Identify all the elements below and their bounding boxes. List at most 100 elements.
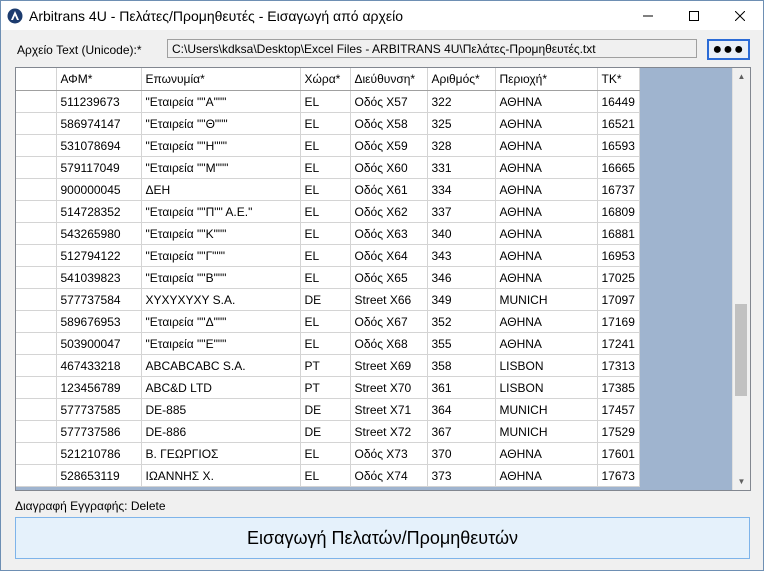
row-selector[interactable]: [16, 244, 57, 267]
table-cell[interactable]: 16881: [597, 222, 640, 245]
table-cell[interactable]: 541039823: [56, 266, 142, 289]
table-cell[interactable]: 355: [427, 332, 496, 355]
table-cell[interactable]: Street X66: [350, 288, 428, 311]
table-cell[interactable]: 17313: [597, 354, 640, 377]
row-selector[interactable]: [16, 464, 57, 487]
table-cell[interactable]: DE: [300, 420, 351, 443]
table-cell[interactable]: ΑΘΗΝΑ: [495, 134, 598, 157]
table-cell[interactable]: 521210786: [56, 442, 142, 465]
table-cell[interactable]: 17385: [597, 376, 640, 399]
table-cell[interactable]: ΑΘΗΝΑ: [495, 112, 598, 135]
row-selector[interactable]: [16, 332, 57, 355]
table-row[interactable]: 512794122 "Εταιρεία ""Γ""" EL Οδός Χ64 343 ΑΘ…: [16, 244, 640, 267]
table-cell[interactable]: 586974147: [56, 112, 142, 135]
table-row[interactable]: 900000045 ΔΕΗ EL Οδός Χ61 334 ΑΘΗΝΑ 16737: [16, 178, 640, 201]
table-cell[interactable]: EL: [300, 244, 351, 267]
table-cell[interactable]: 577737586: [56, 420, 142, 443]
table-cell[interactable]: PT: [300, 376, 351, 399]
table-cell[interactable]: ΑΘΗΝΑ: [495, 156, 598, 179]
table-cell[interactable]: EL: [300, 200, 351, 223]
table-row[interactable]: 579117049 "Εταιρεία ""Μ""" EL Οδός Χ60 331 ΑΘ…: [16, 156, 640, 179]
table-cell[interactable]: ΑΘΗΝΑ: [495, 90, 598, 113]
table-cell[interactable]: 577737584: [56, 288, 142, 311]
table-cell[interactable]: 543265980: [56, 222, 142, 245]
browse-button[interactable]: ●●●: [707, 39, 750, 60]
table-cell[interactable]: MUNICH: [495, 420, 598, 443]
table-cell[interactable]: "Εταιρεία ""Θ""": [141, 112, 301, 135]
table-cell[interactable]: LISBON: [495, 376, 598, 399]
table-cell[interactable]: DE-886: [141, 420, 301, 443]
row-selector[interactable]: [16, 222, 57, 245]
table-cell[interactable]: 16449: [597, 90, 640, 113]
table-cell[interactable]: ABCABCABC S.A.: [141, 354, 301, 377]
table-cell[interactable]: 579117049: [56, 156, 142, 179]
table-cell[interactable]: 16665: [597, 156, 640, 179]
table-cell[interactable]: Οδός Χ61: [350, 178, 428, 201]
table-cell[interactable]: Οδός Χ63: [350, 222, 428, 245]
table-cell[interactable]: 349: [427, 288, 496, 311]
table-cell[interactable]: PT: [300, 354, 351, 377]
row-selector[interactable]: [16, 178, 57, 201]
table-cell[interactable]: ΧΥΧΥΧΥΧΥ S.A.: [141, 288, 301, 311]
table-row[interactable]: 543265980 "Εταιρεία ""Κ""" EL Οδός Χ63 340 ΑΘ…: [16, 222, 640, 245]
maximize-button[interactable]: [671, 1, 717, 30]
row-selector[interactable]: [16, 90, 57, 113]
table-cell[interactable]: ΙΩΑΝΝΗΣ Χ.: [141, 464, 301, 487]
table-cell[interactable]: Street X72: [350, 420, 428, 443]
table-cell[interactable]: "Εταιρεία ""Γ""": [141, 244, 301, 267]
table-cell[interactable]: DE-885: [141, 398, 301, 421]
vertical-scrollbar[interactable]: ▲ ▼: [732, 68, 750, 490]
table-cell[interactable]: "Εταιρεία ""Π"" Α.Ε.": [141, 200, 301, 223]
table-cell[interactable]: EL: [300, 112, 351, 135]
row-selector[interactable]: [16, 354, 57, 377]
table-cell[interactable]: 343: [427, 244, 496, 267]
table-row[interactable]: 577737584 ΧΥΧΥΧΥΧΥ S.A. DE Street X66 349 MUN…: [16, 288, 640, 311]
table-cell[interactable]: 511239673: [56, 90, 142, 113]
row-selector[interactable]: [16, 134, 57, 157]
table-cell[interactable]: MUNICH: [495, 288, 598, 311]
table-row[interactable]: 511239673 "Εταιρεία ""Α""" EL Οδός Χ57 322 ΑΘ…: [16, 90, 640, 113]
table-cell[interactable]: Οδός Χ57: [350, 90, 428, 113]
table-cell[interactable]: 364: [427, 398, 496, 421]
table-cell[interactable]: Β. ΓΕΩΡΓΙΟΣ: [141, 442, 301, 465]
table-cell[interactable]: 358: [427, 354, 496, 377]
table-cell[interactable]: 16953: [597, 244, 640, 267]
column-header[interactable]: Περιοχή*: [495, 68, 598, 91]
row-selector[interactable]: [16, 420, 57, 443]
table-cell[interactable]: 16737: [597, 178, 640, 201]
table-cell[interactable]: 334: [427, 178, 496, 201]
table-cell[interactable]: Street X69: [350, 354, 428, 377]
table-cell[interactable]: Street X70: [350, 376, 428, 399]
table-row[interactable]: 514728352 "Εταιρεία ""Π"" Α.Ε." EL Οδός Χ62…: [16, 200, 640, 223]
table-cell[interactable]: 325: [427, 112, 496, 135]
table-cell[interactable]: ΑΘΗΝΑ: [495, 310, 598, 333]
column-header[interactable]: ΑΦΜ*: [56, 68, 142, 91]
row-selector[interactable]: [16, 376, 57, 399]
table-cell[interactable]: EL: [300, 442, 351, 465]
table-cell[interactable]: "Εταιρεία ""Η""": [141, 134, 301, 157]
table-cell[interactable]: 17457: [597, 398, 640, 421]
scroll-down-arrow-icon[interactable]: ▼: [733, 473, 750, 490]
table-cell[interactable]: EL: [300, 90, 351, 113]
table-cell[interactable]: 337: [427, 200, 496, 223]
table-cell[interactable]: 467433218: [56, 354, 142, 377]
table-cell[interactable]: ABC&D LTD: [141, 376, 301, 399]
table-cell[interactable]: EL: [300, 464, 351, 487]
table-cell[interactable]: 361: [427, 376, 496, 399]
table-cell[interactable]: Οδός Χ59: [350, 134, 428, 157]
table-cell[interactable]: Οδός Χ67: [350, 310, 428, 333]
table-cell[interactable]: MUNICH: [495, 398, 598, 421]
table-row[interactable]: 589676953 "Εταιρεία ""Δ""" EL Οδός Χ67 352 ΑΘ…: [16, 310, 640, 333]
table-cell[interactable]: "Εταιρεία ""Α""": [141, 90, 301, 113]
table-cell[interactable]: DE: [300, 288, 351, 311]
table-cell[interactable]: 528653119: [56, 464, 142, 487]
table-cell[interactable]: EL: [300, 134, 351, 157]
table-cell[interactable]: Οδός Χ64: [350, 244, 428, 267]
table-cell[interactable]: 589676953: [56, 310, 142, 333]
row-selector[interactable]: [16, 288, 57, 311]
table-cell[interactable]: 373: [427, 464, 496, 487]
table-cell[interactable]: ΑΘΗΝΑ: [495, 442, 598, 465]
table-cell[interactable]: 514728352: [56, 200, 142, 223]
table-cell[interactable]: 370: [427, 442, 496, 465]
table-cell[interactable]: Οδός Χ74: [350, 464, 428, 487]
